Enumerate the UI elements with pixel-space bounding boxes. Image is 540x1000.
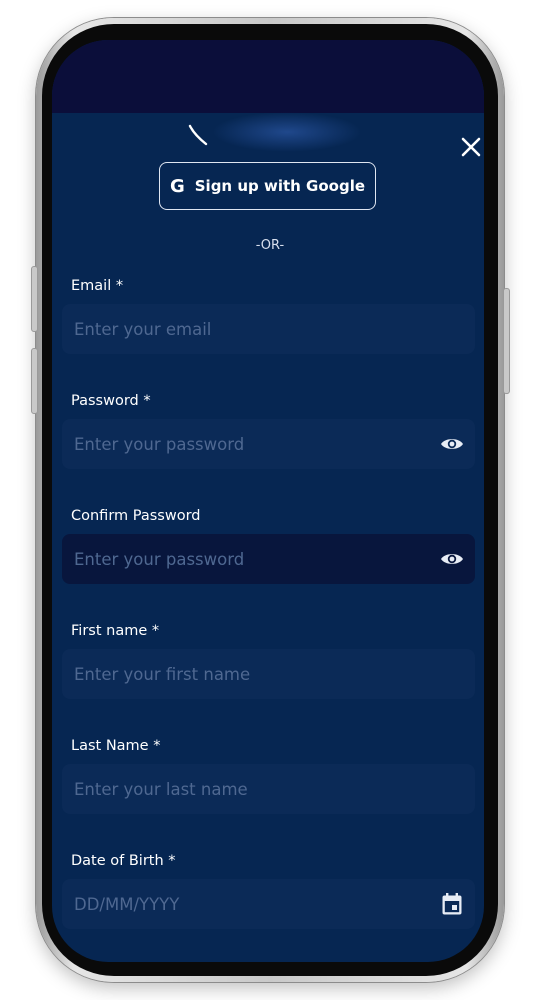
eye-icon[interactable] (439, 431, 465, 457)
google-icon: G (169, 175, 185, 197)
phone-side-button-right (503, 288, 510, 394)
google-signup-label: Sign up with Google (194, 177, 366, 195)
top-bar (52, 40, 484, 113)
email-field-container (62, 304, 475, 354)
close-icon[interactable] (458, 134, 484, 160)
last-name-label: Last Name * (71, 738, 161, 754)
first-name-input[interactable] (72, 663, 416, 685)
dob-input[interactable] (72, 893, 416, 915)
confirm-password-input[interactable] (72, 548, 416, 570)
email-input[interactable] (72, 318, 416, 340)
dob-label: Date of Birth * (71, 853, 176, 869)
logo-glow (212, 112, 362, 152)
email-label: Email * (71, 278, 124, 294)
dob-field-container (62, 879, 475, 929)
password-field-container (62, 419, 475, 469)
confirm-password-field-container (62, 534, 475, 584)
password-input[interactable] (72, 433, 416, 455)
first-name-field-container (62, 649, 475, 699)
or-divider: -OR- (255, 238, 285, 253)
last-name-field-container (62, 764, 475, 814)
last-name-input[interactable] (72, 778, 416, 800)
confirm-password-label: Confirm Password (71, 508, 201, 524)
logo-icon (188, 124, 208, 146)
phone-side-button-left-2 (31, 348, 38, 414)
phone-side-button-left-1 (31, 266, 38, 332)
eye-icon[interactable] (439, 546, 465, 572)
calendar-icon[interactable] (439, 891, 465, 917)
first-name-label: First name * (71, 623, 160, 639)
google-signup-button[interactable]: G Sign up with Google (159, 162, 376, 210)
password-label: Password * (71, 393, 151, 409)
